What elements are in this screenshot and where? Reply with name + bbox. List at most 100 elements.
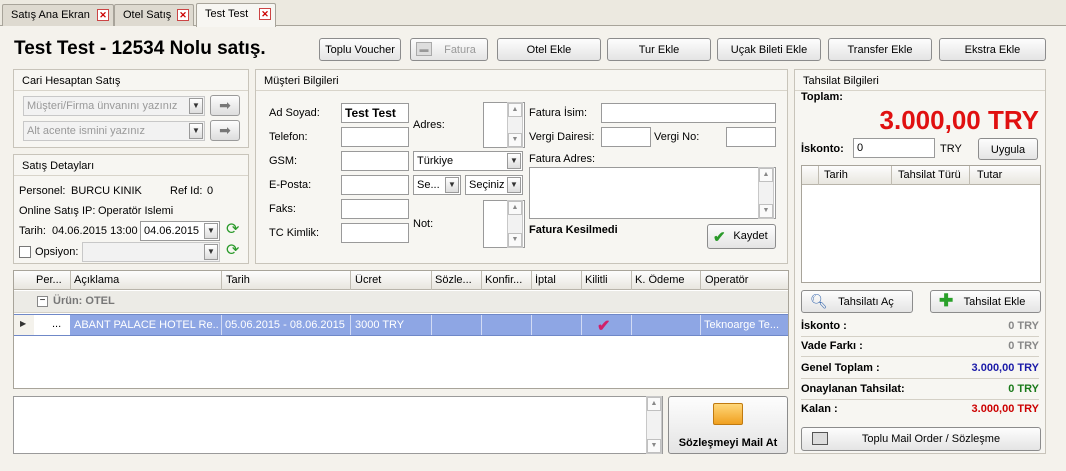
chevron-down-icon[interactable]: ▼ [189, 123, 203, 139]
sehir-select[interactable]: Se... ▼ [413, 175, 461, 195]
close-icon[interactable]: ✕ [259, 8, 271, 20]
cari-hesap-panel: Cari Hesaptan Satış Müşteri/Firma ünvanı… [13, 69, 249, 148]
column-header[interactable]: Sözle... [435, 274, 481, 286]
table-row[interactable]: ▶ ... ABANT PALACE HOTEL Re... 05.06.201… [14, 314, 788, 336]
scroll-up-icon[interactable]: ▲ [508, 201, 522, 215]
column-header[interactable]: Konfir... [485, 274, 531, 286]
vergi-no-input[interactable] [726, 127, 776, 147]
toplu-voucher-button[interactable]: Toplu Voucher [319, 38, 401, 61]
tahsilat-ekle-button[interactable]: ✚ Tahsilat Ekle [930, 290, 1041, 313]
column-header[interactable]: İptal [535, 274, 581, 286]
fatura-isim-input[interactable] [601, 103, 776, 123]
opsiyon-input[interactable]: ▼ [82, 242, 220, 262]
fatura-button[interactable]: ▬ Fatura [410, 38, 488, 61]
column-header[interactable]: Kilitli [585, 274, 631, 286]
scroll-down-icon[interactable]: ▼ [508, 133, 522, 147]
group-row[interactable]: − Ürün: OTEL [14, 291, 788, 313]
online-ip-label: Online Satış IP: [19, 205, 96, 217]
summary-genel-toplam-value: 3.000,00 TRY [971, 362, 1039, 374]
transfer-ekle-button[interactable]: Transfer Ekle [828, 38, 932, 61]
kaydet-button[interactable]: ✔ Kaydet [707, 224, 776, 249]
panel-title: Tahsilat Bilgileri [803, 75, 879, 87]
acente-input[interactable]: Alt acente ismini yazınız ▼ [23, 121, 205, 141]
caret-right-icon: ▶ [20, 319, 27, 328]
column-header[interactable]: Operatör [705, 274, 785, 286]
tab-satis-ana-ekran[interactable]: Satış Ana Ekran ✕ [2, 4, 114, 26]
divider [221, 315, 222, 335]
column-header[interactable]: Tarih [824, 169, 890, 181]
tarih-input[interactable]: 04.06.2015 ▼ [140, 221, 220, 241]
acente-go-button[interactable]: ➡ [210, 120, 240, 141]
opsiyon-checkbox[interactable] [19, 246, 31, 258]
eposta-label: E-Posta: [269, 179, 312, 191]
ucak-bileti-ekle-button[interactable]: Uçak Bileti Ekle [717, 38, 821, 61]
per-cell[interactable]: ... [34, 315, 70, 335]
fatura-adres-label: Fatura Adres: [529, 153, 596, 165]
firma-go-button[interactable]: ➡ [210, 95, 240, 116]
uygula-button[interactable]: Uygula [978, 138, 1038, 160]
vergi-dairesi-input[interactable] [601, 127, 651, 147]
chevron-down-icon[interactable]: ▼ [507, 153, 521, 169]
column-header[interactable]: Per... [36, 274, 68, 286]
refresh-icon[interactable]: ⟳ [226, 221, 244, 239]
notes-textarea[interactable] [13, 396, 663, 454]
tur-ekle-button[interactable]: Tur Ekle [607, 38, 711, 61]
fatura-isim-label: Fatura İsim: [529, 107, 588, 119]
tarih-input-value: 04.06.2015 [144, 225, 200, 237]
faks-input[interactable] [341, 199, 409, 219]
iskonto-input[interactable]: 0 [853, 138, 935, 158]
fatura-adres-input[interactable] [529, 167, 776, 219]
scroll-down-icon[interactable]: ▼ [647, 439, 661, 453]
column-header[interactable]: Açıklama [74, 274, 220, 286]
tab-otel-satis[interactable]: Otel Satış ✕ [114, 4, 194, 26]
scroll-up-icon[interactable]: ▲ [508, 103, 522, 117]
otel-ekle-button[interactable]: Otel Ekle [497, 38, 601, 61]
ad-soyad-input[interactable]: Test Test [341, 103, 409, 123]
chevron-down-icon[interactable]: ▼ [507, 177, 521, 193]
fatura-adres-scrollbar[interactable]: ▲ ▼ [758, 167, 774, 219]
ulke-select[interactable]: Türkiye ▼ [413, 151, 523, 171]
tahsilati-ac-button[interactable]: 🔍︎ Tahsilatı Aç [801, 290, 913, 313]
panel-title: Cari Hesaptan Satış [22, 75, 121, 87]
close-icon[interactable]: ✕ [177, 9, 189, 21]
ad-soyad-label: Ad Soyad: [269, 107, 320, 119]
column-header[interactable]: Tutar [977, 169, 1037, 181]
scroll-up-icon[interactable]: ▲ [647, 397, 661, 411]
not-scrollbar[interactable]: ▲ ▼ [507, 200, 523, 248]
printer-icon [812, 432, 828, 445]
sozlesme-mail-button[interactable]: Sözleşmeyi Mail At [668, 396, 788, 454]
collapse-icon[interactable]: − [37, 296, 48, 307]
tc-kimlik-input[interactable] [341, 223, 409, 243]
adres-scrollbar[interactable]: ▲ ▼ [507, 102, 523, 148]
chevron-down-icon[interactable]: ▼ [445, 177, 459, 193]
chevron-down-icon[interactable]: ▼ [204, 244, 218, 260]
scroll-down-icon[interactable]: ▼ [759, 204, 773, 218]
close-icon[interactable]: ✕ [97, 9, 109, 21]
chevron-down-icon[interactable]: ▼ [189, 98, 203, 114]
column-header[interactable]: K. Ödeme [635, 274, 699, 286]
ekstra-ekle-button[interactable]: Ekstra Ekle [939, 38, 1046, 61]
notes-scrollbar[interactable]: ▲ ▼ [646, 396, 662, 454]
scroll-down-icon[interactable]: ▼ [508, 233, 522, 247]
column-header[interactable]: Tarih [226, 274, 346, 286]
divider [700, 271, 701, 290]
chevron-down-icon[interactable]: ▼ [204, 223, 218, 239]
personel-label: Personel: [19, 185, 66, 197]
panel-title: Müşteri Bilgileri [264, 75, 339, 87]
eposta-input[interactable] [341, 175, 409, 195]
divider [14, 90, 248, 91]
telefon-input[interactable] [341, 127, 409, 147]
column-header[interactable]: Ücret [355, 274, 429, 286]
tab-bar: Satış Ana Ekran ✕ Otel Satış ✕ Test Test ✕ [0, 0, 1066, 27]
scroll-up-icon[interactable]: ▲ [759, 168, 773, 182]
refresh-icon[interactable]: ⟳ [226, 242, 244, 260]
tab-test-test[interactable]: Test Test ✕ [196, 3, 276, 27]
ilce-select[interactable]: Seçiniz ▼ [465, 175, 523, 195]
tab-label: Otel Satış [123, 9, 172, 21]
firma-input[interactable]: Müşteri/Firma ünvanını yazınız ▼ [23, 96, 205, 116]
column-header[interactable]: Tahsilat Türü [898, 169, 970, 181]
toplu-mail-order-button[interactable]: Toplu Mail Order / Sözleşme [801, 427, 1041, 451]
tc-kimlik-label: TC Kimlik: [269, 227, 320, 239]
gsm-input[interactable] [341, 151, 409, 171]
divider [14, 175, 248, 176]
